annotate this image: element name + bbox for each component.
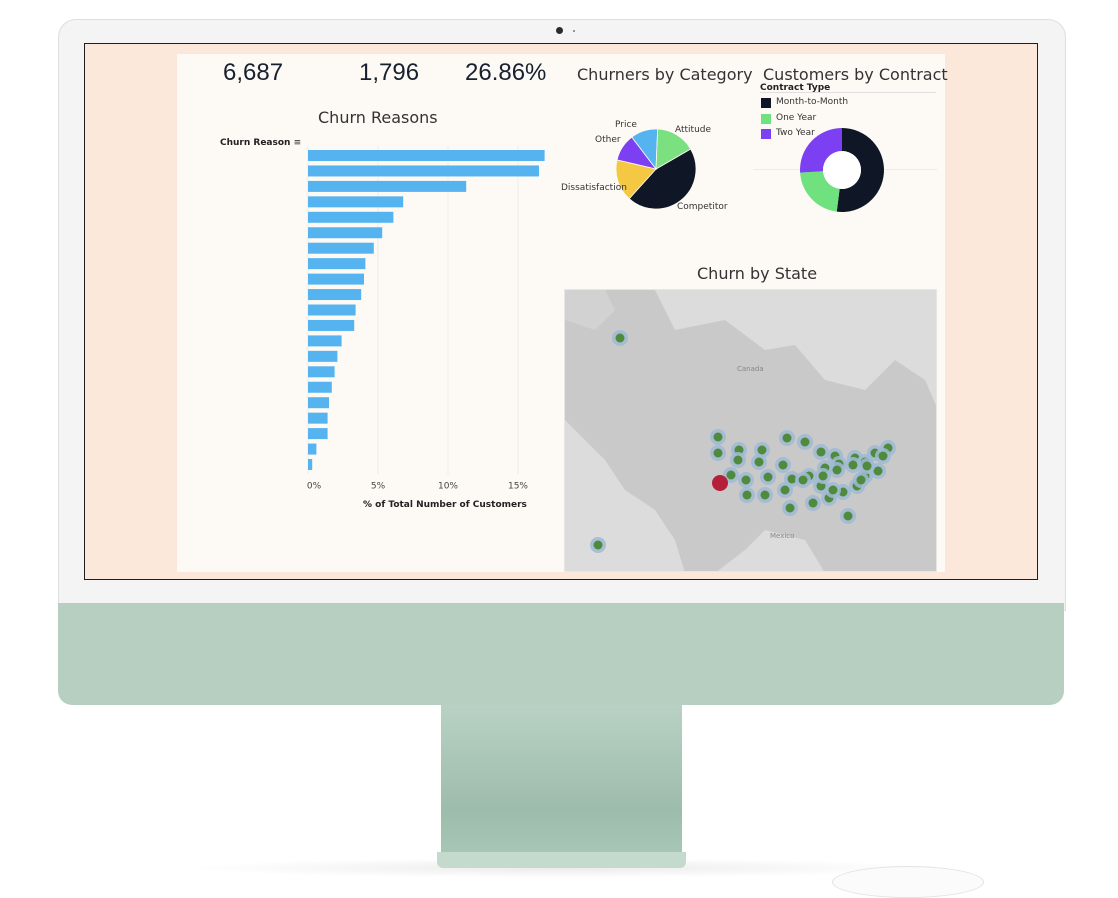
x-tick-label: 5% — [371, 481, 386, 491]
state-marker[interactable] — [832, 465, 842, 475]
state-marker[interactable] — [816, 447, 826, 457]
state-marker[interactable] — [778, 460, 788, 470]
state-marker[interactable] — [726, 470, 736, 480]
bar[interactable] — [308, 196, 404, 208]
legend-divider — [760, 92, 936, 93]
legend-label[interactable]: Month-to-Month — [776, 97, 848, 107]
state-marker[interactable] — [754, 457, 764, 467]
bar[interactable] — [308, 428, 328, 440]
desk-accessory — [832, 866, 984, 898]
state-marker[interactable] — [763, 472, 773, 482]
x-tick-label: 0% — [307, 481, 322, 491]
state-marker[interactable] — [780, 485, 790, 495]
monitor-stand-base — [437, 852, 686, 868]
bar[interactable] — [308, 443, 317, 455]
state-marker[interactable] — [862, 461, 872, 471]
bar[interactable] — [308, 459, 313, 470]
bar[interactable] — [308, 273, 364, 285]
pie-label-dissatisfaction: Dissatisfaction — [561, 183, 627, 193]
x-tick-label: 15% — [508, 481, 528, 491]
state-marker[interactable] — [856, 475, 866, 485]
legend-swatch[interactable] — [761, 129, 771, 139]
bar[interactable] — [308, 412, 328, 424]
bar[interactable] — [308, 366, 335, 378]
pie-label-other: Other — [595, 135, 621, 145]
x-tick-label: 10% — [438, 481, 458, 491]
pie-label-competitor: Competitor — [677, 202, 728, 212]
bar[interactable] — [308, 397, 329, 409]
bar[interactable] — [308, 211, 394, 223]
dashboard: 6,687 1,796 26.86% Churn Reasons Churner… — [177, 54, 948, 572]
state-marker[interactable] — [800, 437, 810, 447]
state-marker[interactable] — [615, 333, 625, 343]
bar[interactable] — [308, 319, 355, 331]
legend-swatch[interactable] — [761, 113, 771, 124]
state-marker[interactable] — [828, 485, 838, 495]
churners-by-category-chart: Competitor Dissatisfaction Other Price Attit… — [561, 120, 728, 212]
churn-reasons-plot: 0% 5% 10% 15% — [307, 146, 545, 491]
customers-by-contract-title: Customers by Contract — [763, 65, 948, 84]
churn-by-state-map[interactable]: Canada Mexico — [564, 289, 937, 572]
camera-icon — [556, 27, 563, 34]
state-marker[interactable] — [742, 490, 752, 500]
monitor-chin — [58, 603, 1064, 705]
legend-swatch[interactable] — [761, 98, 771, 108]
churn-reasons-xlabel: % of Total Number of Customers — [363, 500, 527, 510]
bar[interactable] — [308, 289, 362, 301]
customers-by-contract-chart — [800, 128, 884, 212]
bar[interactable] — [308, 335, 342, 347]
state-marker[interactable] — [873, 466, 883, 476]
bar[interactable] — [308, 150, 545, 161]
monitor-stand — [441, 705, 682, 857]
bar[interactable] — [308, 242, 374, 254]
pie-label-price: Price — [615, 120, 637, 130]
state-marker[interactable] — [848, 460, 858, 470]
churners-by-category-title: Churners by Category — [577, 65, 753, 84]
bar[interactable] — [308, 350, 338, 362]
donut-hole — [823, 151, 861, 189]
state-marker[interactable] — [760, 490, 770, 500]
bar[interactable] — [308, 304, 356, 316]
state-marker[interactable] — [713, 432, 723, 442]
bar[interactable] — [308, 180, 467, 192]
state-marker[interactable] — [741, 475, 751, 485]
churn-by-state-title: Churn by State — [697, 264, 818, 283]
state-marker[interactable] — [782, 433, 792, 443]
churn-reasons-chart: Competitor made better o..Competitor had… — [177, 54, 577, 534]
state-marker[interactable] — [593, 540, 603, 550]
pie-label-attitude: Attitude — [675, 125, 712, 135]
bar[interactable] — [308, 258, 366, 270]
bar[interactable] — [308, 381, 332, 393]
state-marker[interactable] — [733, 455, 743, 465]
state-marker[interactable] — [808, 498, 818, 508]
state-marker[interactable] — [878, 451, 888, 461]
camera-indicator — [573, 30, 575, 32]
map-label-mexico: Mexico — [770, 532, 794, 540]
state-marker[interactable] — [798, 475, 808, 485]
state-marker[interactable] — [818, 471, 828, 481]
map-label-canada: Canada — [737, 365, 764, 373]
map-canvas[interactable]: Canada Mexico — [565, 290, 937, 572]
bar[interactable] — [308, 227, 383, 239]
screen: 6,687 1,796 26.86% Churn Reasons Churner… — [84, 43, 1038, 580]
state-marker[interactable] — [713, 448, 723, 458]
state-marker[interactable] — [757, 445, 767, 455]
state-marker[interactable] — [785, 503, 795, 513]
state-marker-highlight[interactable] — [712, 475, 728, 491]
bar[interactable] — [308, 165, 539, 177]
state-marker[interactable] — [843, 511, 853, 521]
